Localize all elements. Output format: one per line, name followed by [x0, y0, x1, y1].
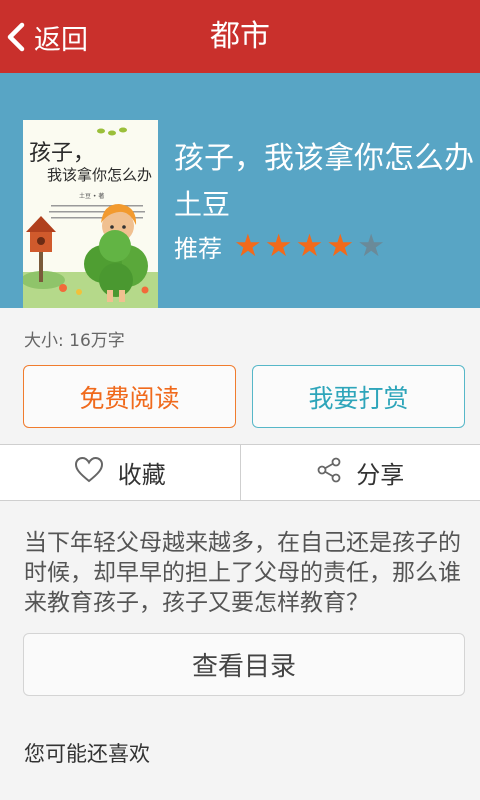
action-bar: 收藏 分享 — [0, 444, 480, 501]
cover-title-line1: 孩子， — [29, 141, 95, 166]
favorite-button[interactable]: 收藏 — [0, 445, 241, 500]
free-read-button[interactable]: 免费阅读 — [23, 365, 236, 428]
book-cover[interactable]: 孩子， 我该拿你怎么办 土豆 • 著 — [23, 120, 158, 308]
page-title: 都市 — [210, 19, 270, 54]
top-bar: 返回 都市 — [0, 0, 480, 73]
table-of-contents-button[interactable]: 查看目录 — [23, 633, 465, 696]
favorite-label: 收藏 — [117, 461, 166, 489]
cover-title-line2: 我该拿你怎么办 — [47, 166, 152, 184]
star-icon: ★ — [357, 228, 385, 264]
star-icon: ★ — [264, 228, 293, 264]
may-like-heading: 您可能还喜欢 — [24, 742, 150, 766]
book-size: 大小: 16万字 — [24, 331, 125, 351]
share-icon — [316, 457, 356, 489]
star-icon: ★ — [326, 228, 355, 264]
star-icon: ★ — [295, 228, 324, 264]
recommend-label: 推荐 — [174, 235, 222, 263]
rating-row: 推荐 ★★★★★ — [174, 229, 388, 264]
reward-button[interactable]: 我要打赏 — [252, 365, 465, 428]
book-author[interactable]: 土豆 — [174, 183, 230, 223]
book-title: 孩子，我该拿你怎么办 — [174, 141, 474, 176]
heart-icon — [74, 456, 118, 490]
cover-author: 土豆 • 著 — [79, 192, 104, 200]
book-description: 当下年轻父母越来越多，在自己还是孩子的时候，却早早的担上了父母的责任，那么谁来教… — [24, 530, 461, 616]
star-icon: ★ — [234, 228, 262, 264]
star-rating: ★★★★★ — [234, 231, 388, 262]
share-button[interactable]: 分享 — [241, 445, 480, 500]
share-label: 分享 — [356, 461, 405, 489]
book-header: 孩子， 我该拿你怎么办 土豆 • 著 孩子，我该拿你怎么办 土豆 推荐 ★★★★… — [0, 73, 480, 308]
